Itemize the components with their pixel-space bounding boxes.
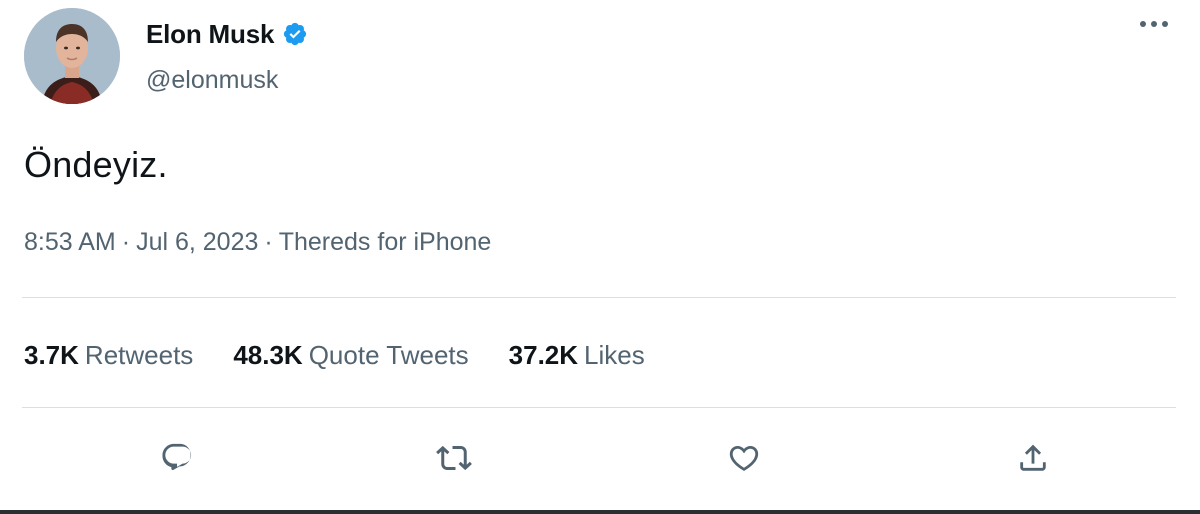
share-button[interactable] — [1009, 434, 1057, 482]
quote-tweets-stat[interactable]: 48.3K Quote Tweets — [233, 340, 468, 371]
engagement-stats: 3.7K Retweets 48.3K Quote Tweets 37.2K Like… — [24, 340, 645, 371]
tweet-metadata: 8:53 AM · Jul 6, 2023 · Thereds for iPhone — [24, 228, 491, 257]
like-button[interactable] — [720, 434, 768, 482]
retweets-stat[interactable]: 3.7K Retweets — [24, 340, 193, 371]
tweet-card: Elon Musk @elonmusk Öndeyiz. 8:53 AM · Jul… — [0, 0, 1200, 514]
reply-icon — [162, 443, 192, 471]
retweet-button[interactable] — [430, 434, 478, 482]
tweet-source[interactable]: Thereds for iPhone — [279, 228, 492, 256]
share-icon — [1020, 444, 1046, 471]
separator: · — [121, 228, 131, 256]
display-name[interactable]: Elon Musk — [146, 19, 274, 50]
likes-count: 37.2K — [508, 340, 579, 370]
user-handle[interactable]: @elonmusk — [146, 66, 278, 95]
quote-tweets-label: Quote Tweets — [308, 340, 469, 370]
verified-badge-icon — [282, 21, 308, 47]
reply-button[interactable] — [153, 434, 201, 482]
display-name-row[interactable]: Elon Musk — [146, 16, 308, 52]
divider — [22, 297, 1176, 298]
separator: · — [264, 228, 273, 256]
avatar[interactable] — [24, 8, 120, 104]
bottom-edge — [0, 510, 1200, 514]
retweets-label: Retweets — [84, 340, 194, 370]
divider — [22, 407, 1176, 408]
quote-tweets-count: 48.3K — [233, 340, 303, 370]
likes-stat[interactable]: 37.2K Likes — [509, 340, 645, 371]
tweet-time[interactable]: 8:53 AM — [24, 228, 116, 256]
retweet-icon — [436, 445, 472, 471]
more-dots-icon — [1140, 21, 1168, 27]
avatar-image — [24, 8, 120, 104]
more-options-button[interactable] — [1134, 8, 1174, 40]
heart-icon — [729, 445, 759, 471]
tweet-date[interactable]: Jul 6, 2023 — [136, 228, 258, 256]
tweet-text: Öndeyiz. — [24, 144, 168, 185]
likes-label: Likes — [584, 340, 645, 370]
retweets-count: 3.7K — [24, 340, 79, 370]
